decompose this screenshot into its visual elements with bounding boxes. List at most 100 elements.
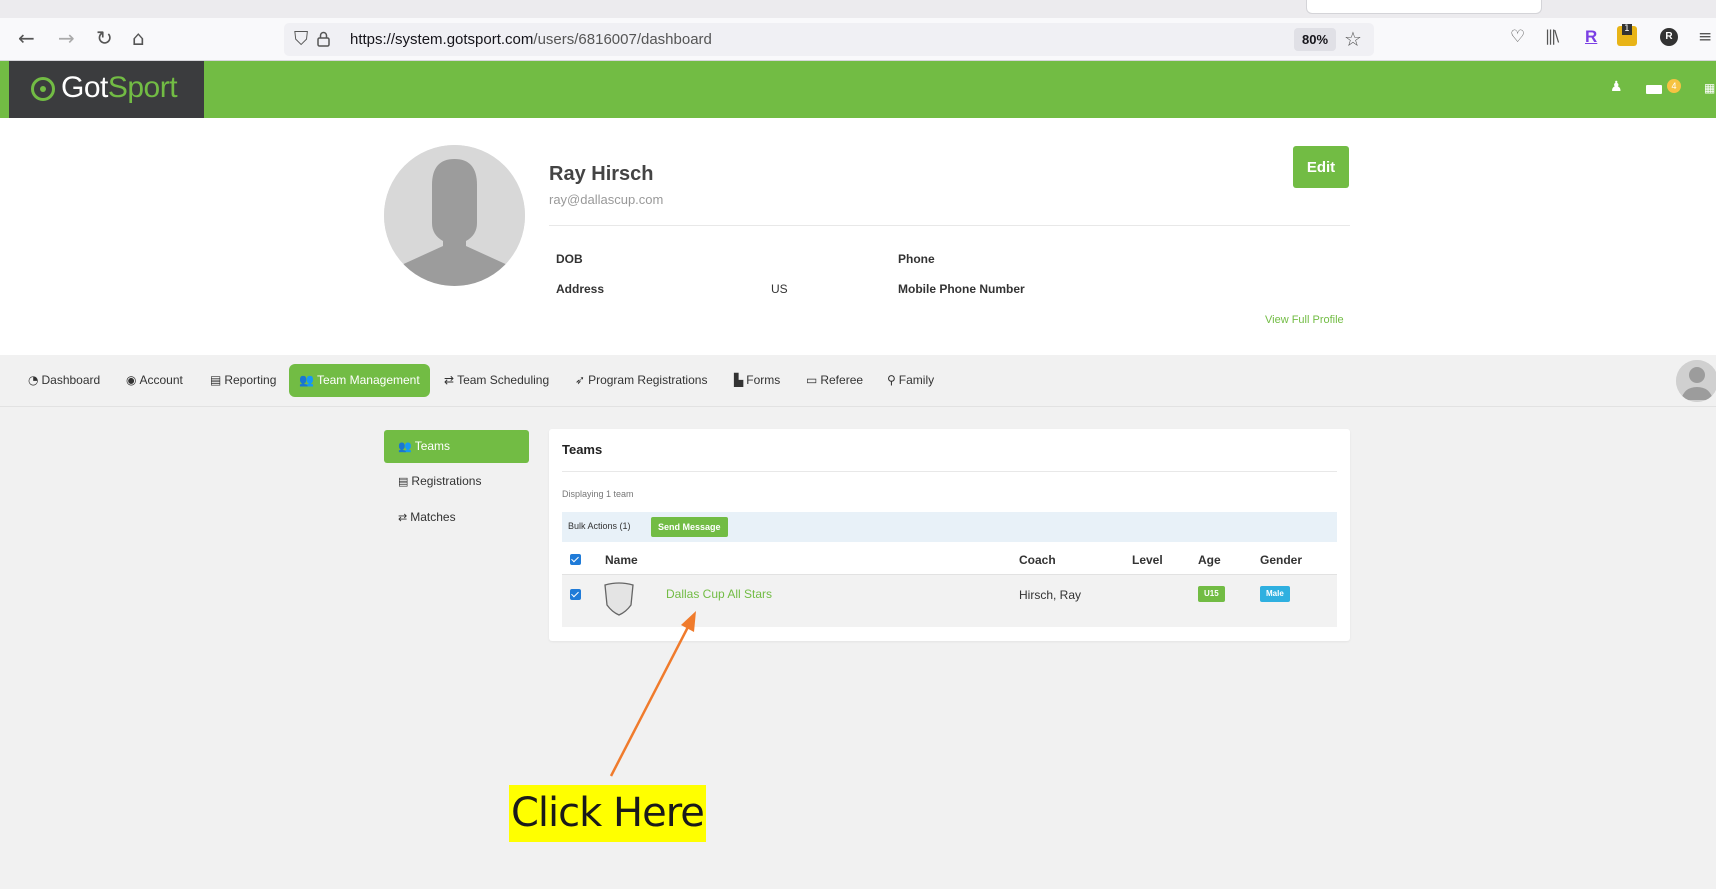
send-message-button[interactable]: Send Message xyxy=(651,517,728,537)
exchange-icon: ⇄ xyxy=(444,373,455,387)
tab-program-registrations[interactable]: ➶ Program Registrations xyxy=(575,364,707,397)
library-icon[interactable]: |||\ xyxy=(1545,27,1559,45)
logo-got: Got xyxy=(61,71,108,104)
mobile-phone-label: Mobile Phone Number xyxy=(898,282,1025,296)
browser-tab-strip xyxy=(0,0,1716,18)
tab-team-management[interactable]: 👥 Team Management xyxy=(289,364,430,397)
age-badge: U15 xyxy=(1198,586,1225,602)
sidebar-item-label: Matches xyxy=(410,510,456,524)
phone-label: Phone xyxy=(898,252,935,266)
dob-label: DOB xyxy=(556,252,583,266)
document-icon: ▙ xyxy=(734,373,744,387)
url-path: /users/6816007/dashboard xyxy=(533,31,712,48)
address-value: US xyxy=(771,282,788,296)
sidebar-item-label: Teams xyxy=(414,439,451,453)
forward-arrow-icon[interactable]: → xyxy=(58,26,75,50)
tab-label: Team Scheduling xyxy=(457,373,550,387)
edit-profile-button[interactable]: Edit xyxy=(1293,146,1349,188)
reload-icon[interactable]: ↻ xyxy=(96,26,113,50)
extension-badge-count: 1 xyxy=(1622,24,1632,35)
pocket-icon[interactable]: ♡ xyxy=(1510,27,1525,47)
file-icon: ▤ xyxy=(210,373,222,387)
users-icon: 👥 xyxy=(299,373,314,387)
sidebar-item-label: Registrations xyxy=(411,474,482,488)
tab-label: Account xyxy=(139,373,183,387)
url-text[interactable]: https://system.gotsport.com/users/681600… xyxy=(350,31,712,48)
tab-label: Team Management xyxy=(316,373,420,387)
column-header-name[interactable]: Name xyxy=(605,553,638,567)
team-coach: Hirsch, Ray xyxy=(1019,588,1082,602)
click-here-callout: Click Here xyxy=(509,785,706,842)
teams-title: Teams xyxy=(562,442,603,457)
users-icon: 👥 xyxy=(398,440,412,453)
team-shield-icon xyxy=(604,582,634,616)
sidebar-item-registrations[interactable]: ▤ Registrations xyxy=(384,465,529,498)
sidebar-item-matches[interactable]: ⇄ Matches xyxy=(384,501,529,534)
calendar-icon: ▭ xyxy=(806,373,818,387)
logo-text: GotSport xyxy=(61,71,178,105)
team-name-link[interactable]: Dallas Cup All Stars xyxy=(666,587,772,601)
address-bar[interactable]: ⛉ https://system.gotsport.com/users/6816… xyxy=(284,23,1374,56)
address-label: Address xyxy=(556,282,605,296)
apps-grid-icon[interactable]: ▦ xyxy=(1704,81,1715,95)
profile-email: ray@dallascup.com xyxy=(549,192,664,207)
bulk-actions-label[interactable]: Bulk Actions (1) xyxy=(568,521,631,531)
teams-card: Teams Displaying 1 team Bulk Actions (1)… xyxy=(549,429,1350,641)
column-header-level[interactable]: Level xyxy=(1132,553,1163,567)
tab-family[interactable]: ⚲ Family xyxy=(887,364,934,397)
sitemap-icon: ⚲ xyxy=(887,373,896,387)
tab-referee[interactable]: ▭ Referee xyxy=(806,364,863,397)
profile-avatar xyxy=(384,145,525,286)
extension-r-icon[interactable]: R xyxy=(1585,27,1597,47)
divider xyxy=(549,225,1350,226)
profile-name: Ray Hirsch xyxy=(549,163,654,185)
tab-reporting[interactable]: ▤ Reporting xyxy=(210,364,276,397)
zoom-level[interactable]: 80% xyxy=(1294,28,1336,51)
tab-label: Referee xyxy=(820,373,864,387)
home-icon[interactable]: ⌂ xyxy=(132,26,145,50)
view-full-profile-link[interactable]: View Full Profile xyxy=(1265,314,1344,326)
mail-badge: 4 xyxy=(1667,79,1681,93)
exchange-icon: ⇄ xyxy=(398,511,408,524)
site-header: GotSport ♟ 4 ▦ xyxy=(0,61,1716,118)
sidebar-item-teams[interactable]: 👥 Teams xyxy=(384,430,529,463)
bulk-actions-bar: Bulk Actions (1) Send Message xyxy=(562,512,1337,542)
tab-account[interactable]: ◉ Account xyxy=(126,364,183,397)
column-header-gender[interactable]: Gender xyxy=(1260,553,1302,567)
main-tab-bar: ◔ Dashboard ◉ Account ▤ Reporting 👥 Team Man… xyxy=(0,355,1716,407)
gotsport-logo[interactable]: GotSport xyxy=(9,61,204,118)
tab-team-scheduling[interactable]: ⇄ Team Scheduling xyxy=(444,364,549,397)
column-header-coach[interactable]: Coach xyxy=(1019,553,1056,567)
logo-sport: Sport xyxy=(107,71,178,104)
row-checkbox[interactable] xyxy=(570,589,581,600)
user-avatar[interactable] xyxy=(1676,360,1716,402)
send-icon: ➶ xyxy=(575,373,586,387)
tab-label: Family xyxy=(898,373,935,387)
account-avatar-icon[interactable]: R xyxy=(1660,28,1678,46)
tab-dashboard[interactable]: ◔ Dashboard xyxy=(28,364,100,397)
select-all-checkbox[interactable] xyxy=(570,554,581,565)
user-icon[interactable]: ♟ xyxy=(1610,79,1623,95)
menu-icon[interactable]: ≡ xyxy=(1698,27,1712,47)
divider xyxy=(562,471,1337,472)
browser-navbar: ← → ↻ ⌂ ⛉ https://system.gotsport.com/us… xyxy=(0,18,1716,61)
tab-label: Reporting xyxy=(224,373,277,387)
url-host: https://system.gotsport.com xyxy=(350,31,534,48)
tab-forms[interactable]: ▙ Forms xyxy=(734,364,780,397)
tab-label: Dashboard xyxy=(41,373,101,387)
list-icon: ▤ xyxy=(398,475,409,488)
table-row[interactable]: Dallas Cup All Stars Hirsch, Ray U15 Mal… xyxy=(562,575,1337,627)
gotsport-mark-icon xyxy=(31,77,55,101)
lock-icon[interactable] xyxy=(317,31,330,47)
mail-icon[interactable] xyxy=(1646,85,1662,94)
gender-badge: Male xyxy=(1260,586,1290,602)
back-arrow-icon[interactable]: ← xyxy=(18,26,35,50)
extension-badge-icon[interactable]: 1 xyxy=(1617,24,1637,46)
browser-tab[interactable] xyxy=(1306,0,1542,14)
tab-label: Forms xyxy=(746,373,781,387)
dashboard-icon: ◔ xyxy=(28,373,39,387)
user-circle-icon: ◉ xyxy=(126,373,137,387)
shield-icon[interactable]: ⛉ xyxy=(294,28,308,50)
bookmark-star-icon[interactable]: ☆ xyxy=(1344,27,1362,51)
column-header-age[interactable]: Age xyxy=(1198,553,1221,567)
